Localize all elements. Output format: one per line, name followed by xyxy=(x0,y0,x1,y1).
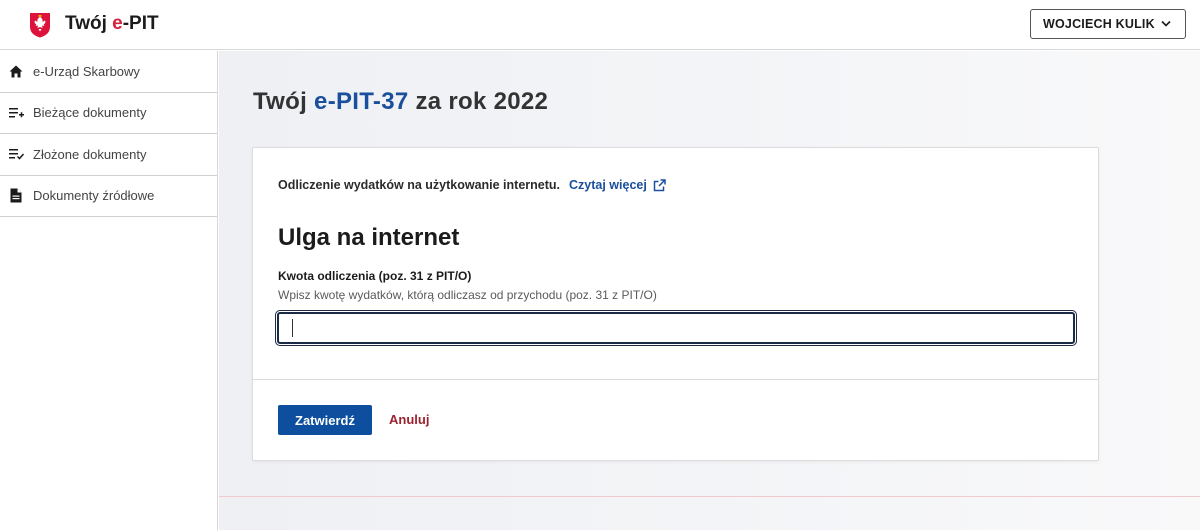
info-line: Odliczenie wydatków na użytkowanie inter… xyxy=(278,178,666,192)
user-menu-button[interactable]: WOJCIECH KULIK xyxy=(1030,9,1186,39)
page-title: Twój e-PIT-37 za rok 2022 xyxy=(253,88,548,116)
text-caret xyxy=(292,319,293,337)
info-text: Odliczenie wydatków na użytkowanie inter… xyxy=(278,178,561,192)
page-title-suffix: za rok 2022 xyxy=(408,88,549,115)
read-more-label: Czytaj więcej xyxy=(569,178,647,192)
chevron-down-icon xyxy=(1161,20,1171,27)
sidebar-item-e-urzad-skarbowy[interactable]: e-Urząd Skarbowy xyxy=(0,51,217,93)
page-title-form-number: 37 xyxy=(381,88,409,115)
app-header: Twój e-PIT WOJCIECH KULIK xyxy=(0,0,1200,50)
app-logo[interactable]: Twój e-PIT xyxy=(65,13,159,35)
read-more-link[interactable]: Czytaj więcej xyxy=(569,178,666,192)
submit-button[interactable]: Zatwierdź xyxy=(278,405,372,435)
logo-text-accent: e xyxy=(112,13,123,34)
document-icon xyxy=(8,188,24,204)
main-content: Twój e-PIT-37 za rok 2022 Odliczenie wyd… xyxy=(219,51,1200,530)
external-link-icon xyxy=(653,178,666,191)
sidebar-item-label: e-Urząd Skarbowy xyxy=(33,63,140,79)
amount-field-label: Kwota odliczenia (poz. 31 z PIT/O) xyxy=(278,269,472,283)
sidebar-item-label: Bieżące dokumenty xyxy=(33,105,147,121)
page-title-form-name: e-PIT- xyxy=(314,88,382,115)
card-divider xyxy=(253,379,1098,380)
deduction-amount-input[interactable] xyxy=(275,310,1077,346)
sidebar-item-dokumenty-zrodlowe[interactable]: Dokumenty źródłowe xyxy=(0,176,217,217)
section-title: Ulga na internet xyxy=(278,224,460,251)
sidebar: e-Urząd Skarbowy Bieżące dokumenty Złożo… xyxy=(0,51,218,530)
sidebar-item-label: Złożone dokumenty xyxy=(33,146,147,162)
logo-text-prefix: Twój xyxy=(65,13,113,34)
page-title-prefix: Twój xyxy=(253,88,315,115)
logo-text-suffix: -PIT xyxy=(122,13,159,34)
sidebar-item-zlozone-dokumenty[interactable]: Złożone dokumenty xyxy=(0,134,217,176)
list-check-icon xyxy=(8,146,24,162)
deduction-form-card: Odliczenie wydatków na użytkowanie inter… xyxy=(252,147,1099,461)
cancel-button[interactable]: Anuluj xyxy=(389,412,429,427)
sidebar-item-label: Dokumenty źródłowe xyxy=(33,188,155,204)
sidebar-item-biezace-dokumenty[interactable]: Bieżące dokumenty xyxy=(0,93,217,134)
list-add-icon xyxy=(8,105,24,121)
home-icon xyxy=(8,63,24,79)
amount-field-hint: Wpisz kwotę wydatków, którą odliczasz od… xyxy=(278,288,657,302)
footer-divider xyxy=(219,496,1200,497)
polish-eagle-emblem-icon[interactable] xyxy=(29,12,51,38)
user-name: WOJCIECH KULIK xyxy=(1043,17,1155,31)
